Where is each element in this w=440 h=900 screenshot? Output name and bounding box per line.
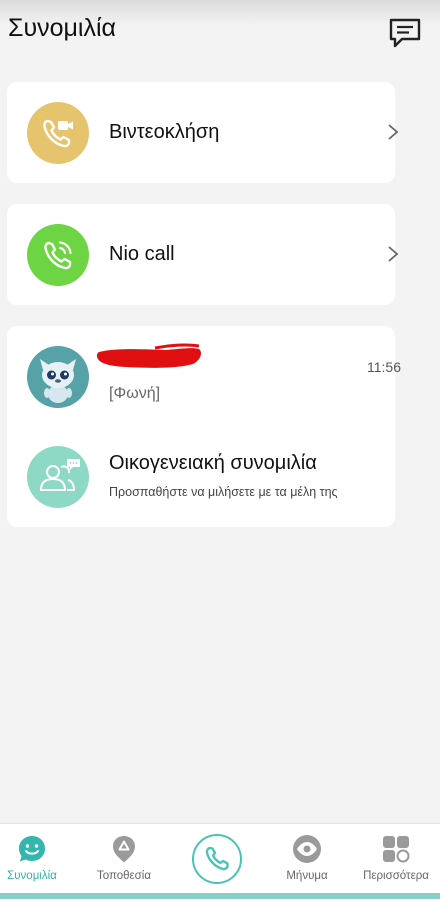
grid-icon xyxy=(383,836,410,863)
location-pin-icon xyxy=(113,836,135,863)
bottom-accent-bar xyxy=(0,893,440,899)
video-call-label: Βιντεοκλήση xyxy=(109,121,220,143)
tab-message-label: Μήνυμα xyxy=(286,870,328,882)
top-bar: Συνομιλία xyxy=(0,0,440,62)
tab-more[interactable]: Περισσότερα xyxy=(352,824,440,894)
tab-message[interactable]: Μήνυμα xyxy=(263,824,351,894)
call-button[interactable] xyxy=(192,834,242,884)
conversations-card: 11:56 [Φωνή] Οικογενειακή συνομιλία Προσ… xyxy=(7,326,401,527)
avatar xyxy=(27,346,89,408)
message-time: 11:56 xyxy=(367,359,401,375)
phone-call-icon xyxy=(27,224,89,286)
family-chat-title: Οικογενειακή συνομιλία xyxy=(109,452,317,474)
chat-smile-icon xyxy=(19,836,45,862)
contact-conversation-item[interactable]: 11:56 [Φωνή] xyxy=(7,326,401,426)
tab-location[interactable]: Τοποθεσία xyxy=(80,824,168,894)
redacted-contact-name xyxy=(96,343,201,368)
nio-call-label: Nio call xyxy=(109,243,175,265)
chevron-right-icon xyxy=(388,124,399,140)
family-chat-item[interactable]: Οικογενειακή συνομιλία Προσπαθήστε να μι… xyxy=(7,426,395,526)
tab-chat-label: Συνομιλία xyxy=(7,870,57,882)
tab-chat[interactable]: Συνομιλία xyxy=(0,824,76,894)
page-title: Συνομιλία xyxy=(8,14,116,42)
video-call-row[interactable]: Βιντεοκλήση xyxy=(7,82,399,183)
phone-icon xyxy=(205,846,229,871)
video-call-icon xyxy=(27,102,89,164)
tab-more-label: Περισσότερα xyxy=(363,870,429,882)
chat-bubble-icon[interactable] xyxy=(388,17,422,49)
tab-location-label: Τοποθεσία xyxy=(97,870,151,882)
family-chat-subtitle: Προσπαθήστε να μιλήσετε με τα μέλη της xyxy=(109,485,338,499)
chevron-right-icon xyxy=(388,246,399,262)
family-group-icon xyxy=(27,446,89,508)
bottom-tab-bar: Συνομιλία Τοποθεσία Μήνυμα Περισσότερα xyxy=(0,823,440,900)
eye-icon xyxy=(293,835,321,863)
last-message: [Φωνή] xyxy=(109,385,161,402)
nio-call-row[interactable]: Nio call xyxy=(7,204,399,305)
